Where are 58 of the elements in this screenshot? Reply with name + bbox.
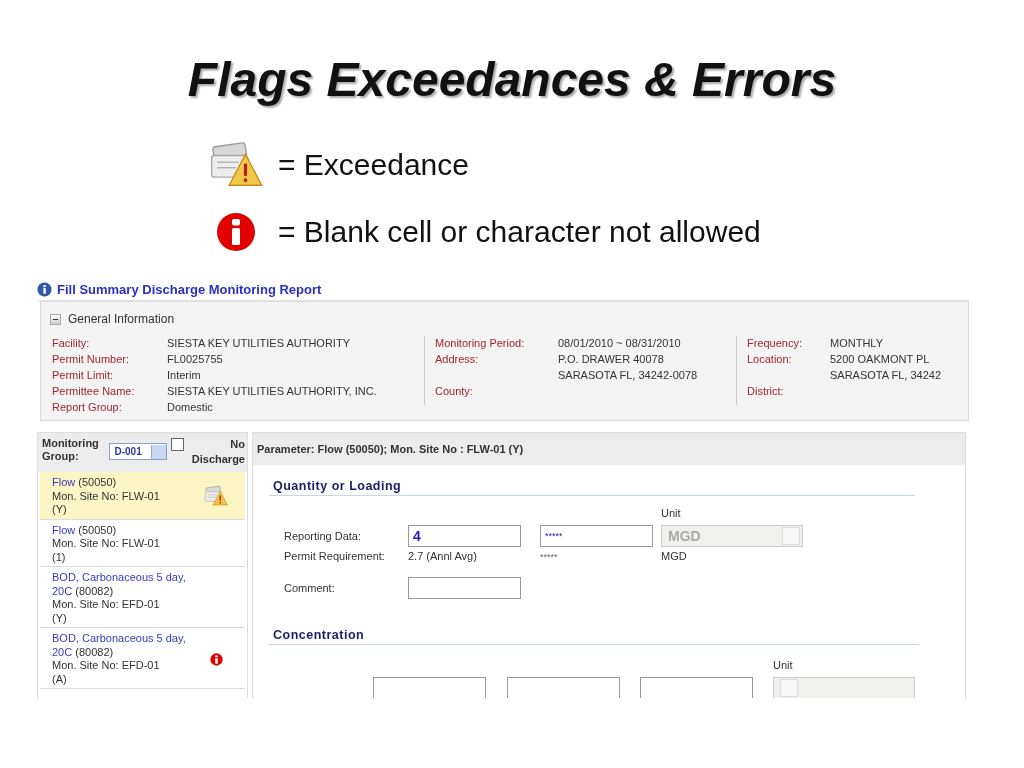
parameter-item[interactable]: BOD, Carbonaceous 5 day, 20C (80082) Mon. Site No: EFD-01 (Y): [40, 567, 245, 628]
field-label: Frequency:: [747, 337, 804, 351]
error-icon: [209, 652, 223, 666]
field-value: 5200 OAKMONT PL: [830, 353, 931, 367]
warning-document-icon: [204, 485, 228, 508]
field-label: Reporting Data:: [284, 530, 362, 542]
field-value: 08/01/2010 ~ 08/31/2010: [558, 337, 682, 351]
field-value: SIESTA KEY UTILITIES AUTHORITY, INC.: [167, 385, 378, 399]
section-heading: General Information: [68, 312, 175, 326]
value-field[interactable]: [373, 677, 486, 698]
parameter-header: Parameter: Flow (50050); Mon. Site No : FLW-01 (Y): [257, 443, 524, 455]
requirement-value: 2.7 (Annl Avg): [408, 550, 477, 562]
parameter-item[interactable]: Flow (50050) Mon. Site No: FLW-01 (Y): [40, 472, 245, 520]
warning-document-icon: [208, 141, 264, 188]
field-label: Location:: [747, 353, 793, 367]
slide-title: Flags Exceedances & Errors: [186, 52, 838, 108]
field-label: Permit Limit:: [52, 369, 115, 383]
field-value: SARASOTA FL, 34242: [830, 369, 943, 383]
group-label: Monitoring Group:: [42, 437, 100, 463]
field-label: County:: [435, 385, 474, 399]
checkbox-label: No Discharge: [190, 437, 245, 467]
value-field[interactable]: [640, 677, 753, 698]
requirement-value: *****: [540, 552, 558, 562]
field-value: FL0025755: [167, 353, 224, 367]
value-field[interactable]: [507, 677, 620, 698]
field-label: Monitoring Period:: [435, 337, 526, 351]
field-value: SIESTA KEY UTILITIES AUTHORITY: [167, 337, 351, 351]
legend-text: = Blank cell or character not allowed: [278, 214, 761, 249]
unit-label: Unit: [661, 506, 682, 521]
parameter-item[interactable]: Flow (50050) Mon. Site No: FLW-01 (1): [40, 519, 245, 567]
comment-field[interactable]: [408, 577, 521, 599]
report-title: Fill Summary Discharge Monitoring Report: [57, 281, 322, 297]
field-value: Interim: [167, 369, 202, 383]
field-label: Comment:: [284, 582, 335, 594]
reporting-value-field[interactable]: 4: [408, 525, 521, 547]
section-heading: Concentration: [273, 628, 365, 642]
field-label: Facility:: [52, 337, 91, 351]
field-value: MONTHLY: [830, 337, 884, 351]
field-label: Permit Number:: [52, 353, 131, 367]
info-icon: [37, 281, 52, 297]
group-select[interactable]: D-001: [109, 443, 167, 460]
requirement-unit: MGD: [661, 550, 687, 562]
unit-label: Unit: [773, 659, 794, 671]
field-value: P.O. DRAWER 40078: [558, 353, 665, 367]
field-value: SARASOTA FL, 34242-0078: [558, 369, 699, 383]
section-heading: Quantity or Loading: [273, 479, 402, 493]
no-discharge-checkbox[interactable]: [171, 438, 184, 451]
legend-text: = Exceedance: [278, 147, 469, 182]
error-icon: [216, 211, 256, 252]
field-value: Domestic: [167, 401, 214, 415]
field-label: Permittee Name:: [52, 385, 136, 399]
reporting-value-field[interactable]: *****: [540, 525, 653, 547]
collapse-toggle[interactable]: [50, 313, 61, 325]
field-label: Address:: [435, 353, 480, 367]
parameter-item[interactable]: BOD, Carbonaceous 5 day, 20C (80082) Mon. Site No: EFD-01 (A): [40, 628, 245, 689]
field-label: Permit Requirement:: [284, 550, 385, 562]
field-label: Report Group:: [52, 401, 123, 415]
field-label: District:: [747, 385, 785, 399]
